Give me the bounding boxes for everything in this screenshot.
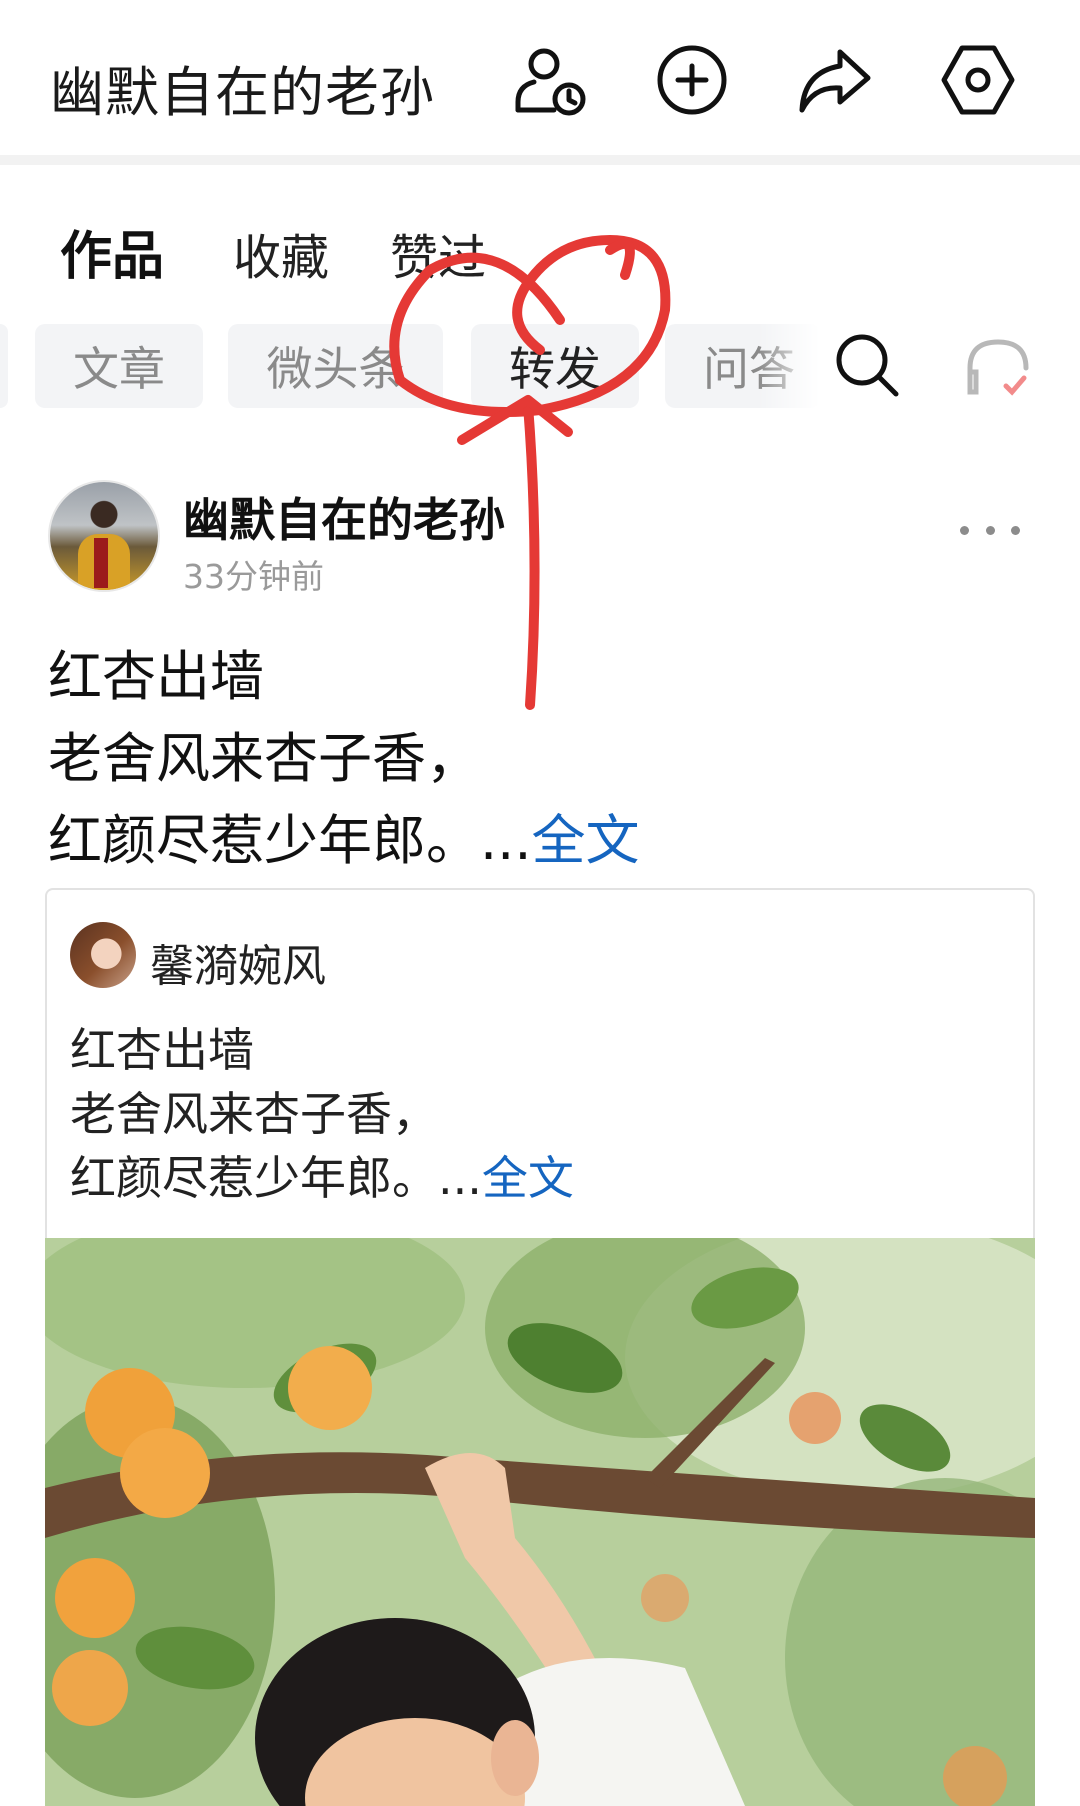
quoted-author-avatar[interactable] (70, 922, 136, 988)
dot (1011, 525, 1020, 535)
tab-liked[interactable]: 赞过 (390, 218, 486, 288)
dot (960, 525, 969, 535)
chip-edge (0, 324, 8, 408)
quoted-post-body[interactable]: 红杏出墙 老舍风来杏子香， 红颜尽惹少年郎。...全文 (70, 1018, 574, 1210)
chip-articles[interactable]: 文章 (35, 324, 203, 408)
more-options-icon[interactable] (960, 520, 1020, 540)
header-divider (0, 155, 1080, 165)
profile-title: 幽默自在的老孙 (50, 61, 435, 124)
post-image[interactable] (45, 1238, 1035, 1806)
post-full-text-link[interactable]: 全文 (532, 809, 640, 872)
author-avatar[interactable] (48, 480, 160, 592)
avatar-scarf (94, 538, 108, 588)
profile-header: 幽默自在的老孙 (0, 0, 1080, 155)
settings-hexagon-icon[interactable] (938, 40, 1018, 120)
chip-micro-headlines[interactable]: 微头条 (228, 324, 443, 408)
quoted-post-text: 红杏出墙 老舍风来杏子香， 红颜尽惹少年郎。... (70, 1023, 482, 1205)
chip-reposts[interactable]: 转发 (471, 324, 639, 408)
share-arrow-icon[interactable] (794, 40, 874, 120)
quoted-full-text-link[interactable]: 全文 (482, 1151, 574, 1205)
user-clock-icon[interactable] (510, 40, 590, 120)
post-text: 红杏出墙 老舍风来杏子香， 红颜尽惹少年郎。... (48, 645, 532, 872)
chip-qa[interactable]: 问答 (665, 324, 820, 408)
quoted-author-name[interactable]: 馨漪婉风 (150, 930, 326, 994)
post-body[interactable]: 红杏出墙 老舍风来杏子香， 红颜尽惹少年郎。...全文 (48, 636, 640, 882)
post-timestamp: 33分钟前 (183, 557, 324, 596)
dot (985, 525, 995, 535)
tab-favorites[interactable]: 收藏 (233, 218, 329, 288)
author-name[interactable]: 幽默自在的老孙 (183, 484, 505, 550)
tab-works[interactable]: 作品 (60, 214, 164, 289)
headphones-icon[interactable] (960, 330, 1036, 406)
plus-circle-icon[interactable] (652, 40, 732, 120)
search-icon[interactable] (830, 328, 906, 404)
